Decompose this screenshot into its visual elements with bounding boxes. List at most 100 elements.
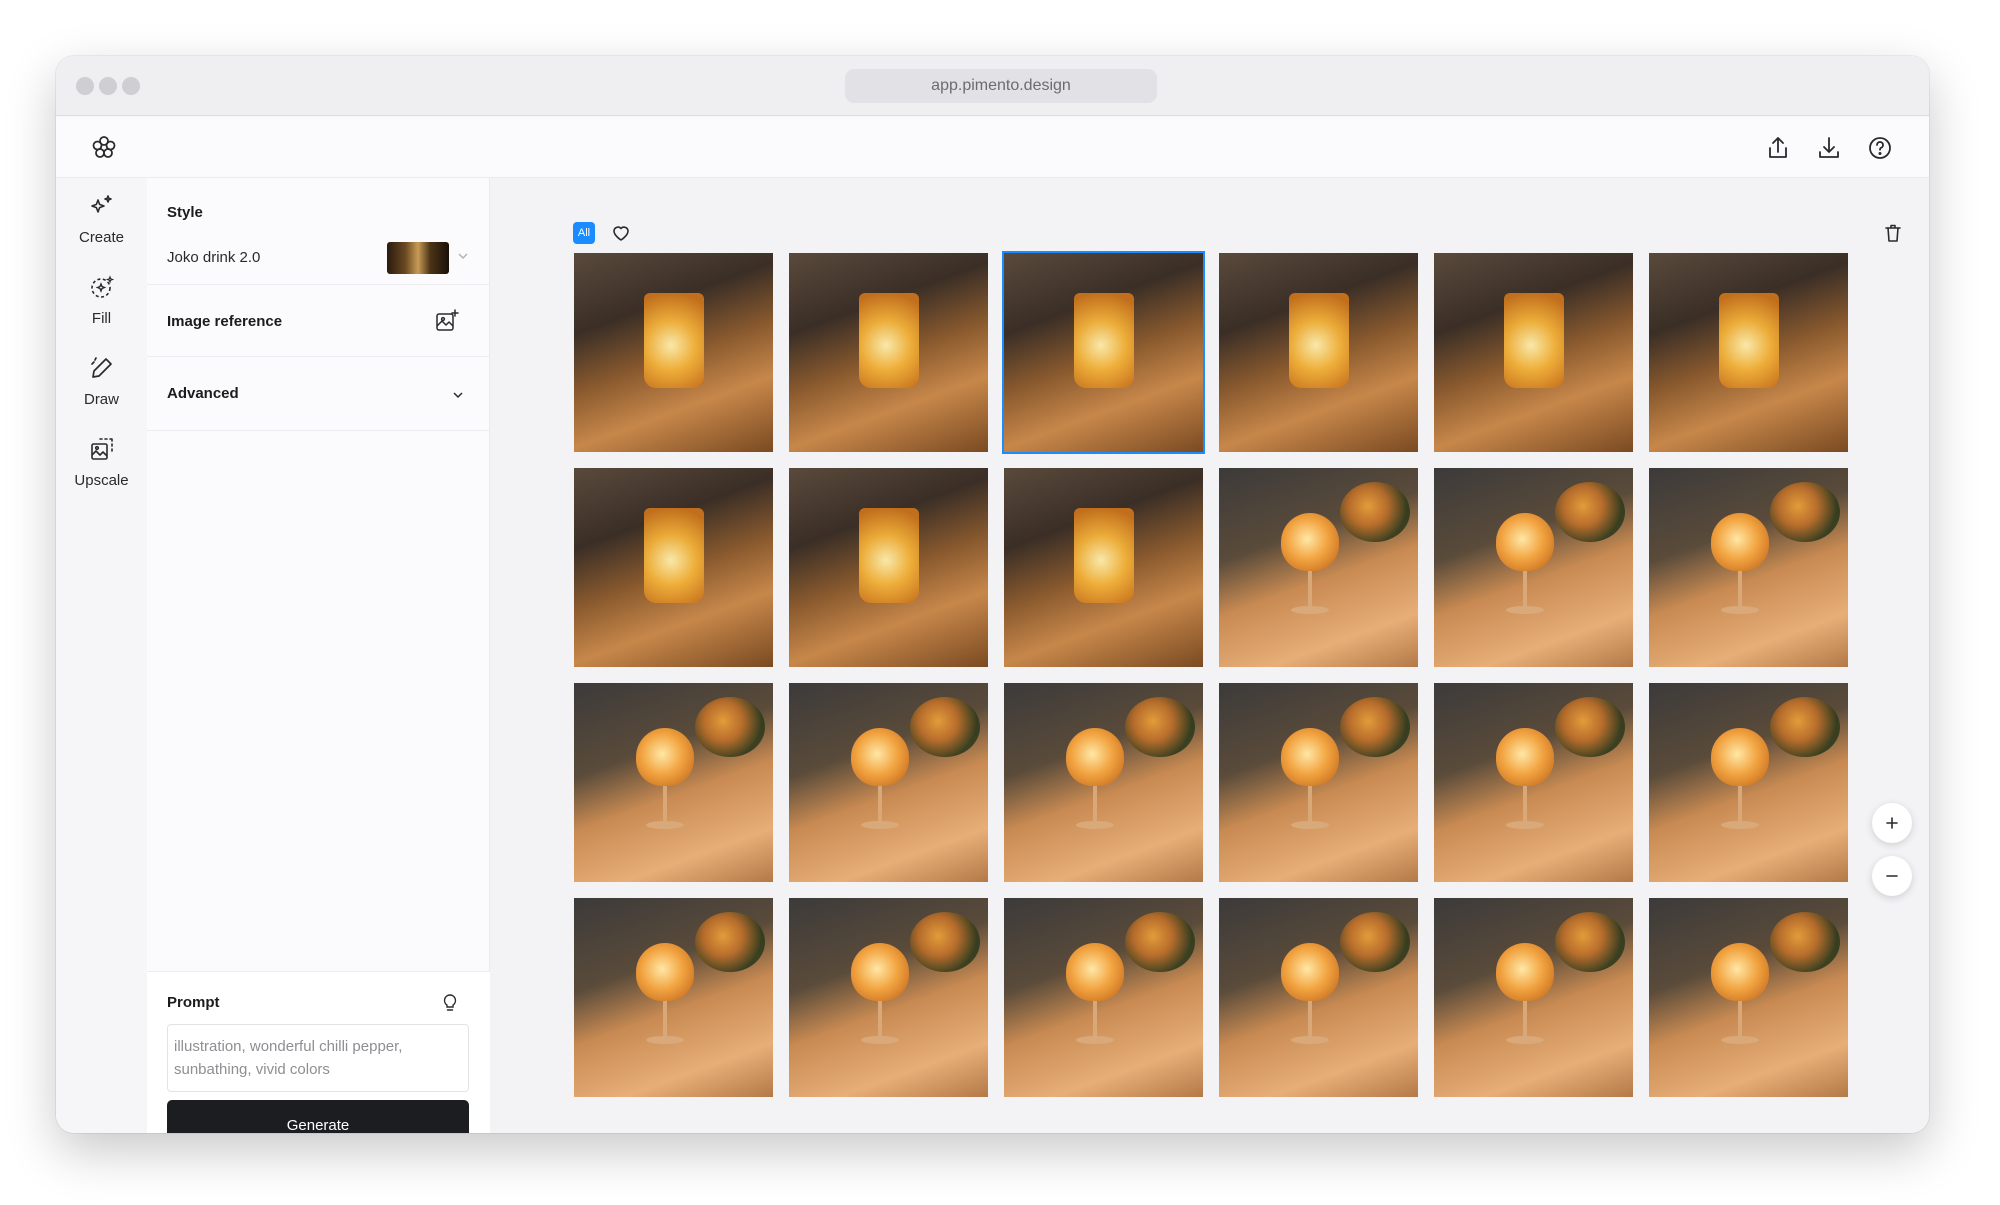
heart-icon[interactable] [610, 222, 632, 244]
plus-icon [1886, 817, 1898, 829]
fill-icon [90, 275, 114, 298]
upscale-tool-button[interactable]: Upscale [56, 435, 147, 511]
glass-foot [1721, 1036, 1759, 1044]
prompt-section: Prompt illustration, wonderful chilli pe… [147, 971, 490, 1133]
glass-stem [1308, 783, 1312, 823]
chevron-down-icon[interactable] [457, 250, 469, 262]
filter-all-button[interactable]: All [573, 222, 595, 244]
style-section: Style Joko drink 2.0 [147, 178, 490, 285]
drink-glass [1504, 293, 1564, 388]
style-selector[interactable]: Joko drink 2.0 [167, 249, 260, 266]
flower-pot [695, 697, 765, 757]
glass-stem [1523, 783, 1527, 823]
glass-foot [861, 1036, 899, 1044]
drink-glass [1066, 728, 1124, 786]
glass-stem [1523, 998, 1527, 1038]
style-thumbnail[interactable] [387, 242, 449, 274]
generated-image-tile[interactable] [574, 683, 773, 882]
drink-glass [1281, 513, 1339, 571]
generated-image-tile[interactable] [789, 253, 988, 452]
drink-glass [636, 943, 694, 1001]
glass-foot [1291, 606, 1329, 614]
trash-icon[interactable] [1883, 222, 1903, 244]
chevron-down-icon[interactable] [451, 388, 465, 402]
upscale-tool-label: Upscale [74, 472, 129, 489]
generated-image-tile[interactable] [1434, 253, 1633, 452]
prompt-title: Prompt [167, 994, 220, 1011]
glass-foot [1721, 606, 1759, 614]
flower-pot [1770, 697, 1840, 757]
generated-image-tile[interactable] [1434, 898, 1633, 1097]
generated-image-tile[interactable] [1219, 683, 1418, 882]
generated-image-tile[interactable] [1004, 898, 1203, 1097]
drink-glass [851, 943, 909, 1001]
generated-image-tile[interactable] [789, 468, 988, 667]
app-window: app.pimento.design Create Fill Draw Upsc… [56, 56, 1929, 1133]
minimize-window-button[interactable] [99, 77, 117, 95]
generated-image-tile[interactable] [1219, 898, 1418, 1097]
generated-image-tile[interactable] [1219, 468, 1418, 667]
flower-pot [1340, 482, 1410, 542]
generate-button[interactable]: Generate [167, 1100, 469, 1133]
fill-tool-button[interactable]: Fill [56, 273, 147, 349]
generated-image-tile[interactable] [574, 898, 773, 1097]
advanced-title: Advanced [167, 385, 239, 402]
zoom-in-button[interactable] [1872, 803, 1912, 843]
minus-icon [1886, 875, 1898, 877]
glass-foot [646, 1036, 684, 1044]
help-icon[interactable] [1866, 134, 1894, 162]
generated-image-tile[interactable] [574, 253, 773, 452]
drink-glass [1711, 728, 1769, 786]
pimento-logo-icon[interactable] [90, 134, 118, 162]
flower-pot [910, 697, 980, 757]
generated-image-tile[interactable] [1004, 468, 1203, 667]
drink-glass [1496, 728, 1554, 786]
flower-pot [1555, 482, 1625, 542]
generated-image-tile[interactable] [1434, 683, 1633, 882]
download-icon[interactable] [1815, 134, 1843, 162]
glass-foot [861, 821, 899, 829]
address-bar[interactable]: app.pimento.design [845, 69, 1157, 103]
drink-glass [1074, 293, 1134, 388]
generated-image-tile[interactable] [789, 898, 988, 1097]
share-icon[interactable] [1764, 134, 1792, 162]
generated-image-tile[interactable] [1219, 253, 1418, 452]
generated-image-tile[interactable] [1649, 253, 1848, 452]
generated-image-tile[interactable] [1649, 683, 1848, 882]
drink-glass [1719, 293, 1779, 388]
drink-glass [644, 508, 704, 603]
glass-foot [646, 821, 684, 829]
generated-image-tile[interactable] [1002, 251, 1205, 454]
create-tool-button[interactable]: Create [56, 192, 147, 268]
drink-glass [1281, 943, 1339, 1001]
generated-image-tile[interactable] [1434, 468, 1633, 667]
prompt-input[interactable]: illustration, wonderful chilli pepper, s… [167, 1024, 469, 1092]
draw-tool-button[interactable]: Draw [56, 354, 147, 430]
lightbulb-icon[interactable] [440, 992, 460, 1014]
flower-pot [1125, 912, 1195, 972]
glass-stem [663, 783, 667, 823]
maximize-window-button[interactable] [122, 77, 140, 95]
image-reference-section[interactable]: Image reference [147, 285, 490, 357]
style-title: Style [167, 204, 203, 221]
drink-glass [1074, 508, 1134, 603]
advanced-section[interactable]: Advanced [147, 357, 490, 431]
glass-stem [878, 783, 882, 823]
drink-glass [1289, 293, 1349, 388]
generated-image-tile[interactable] [1649, 468, 1848, 667]
pen-icon [90, 357, 112, 378]
generated-image-tile[interactable] [789, 683, 988, 882]
flower-pot [695, 912, 765, 972]
add-image-icon[interactable] [434, 308, 460, 334]
close-window-button[interactable] [76, 77, 94, 95]
generated-image-tile[interactable] [574, 468, 773, 667]
zoom-out-button[interactable] [1872, 856, 1912, 896]
drink-glass [1711, 513, 1769, 571]
glass-stem [1523, 568, 1527, 608]
drink-glass [1066, 943, 1124, 1001]
drink-glass [859, 508, 919, 603]
generated-image-tile[interactable] [1649, 898, 1848, 1097]
tool-rail: Create Fill Draw Upscale [56, 178, 147, 1133]
drink-glass [851, 728, 909, 786]
generated-image-tile[interactable] [1004, 683, 1203, 882]
